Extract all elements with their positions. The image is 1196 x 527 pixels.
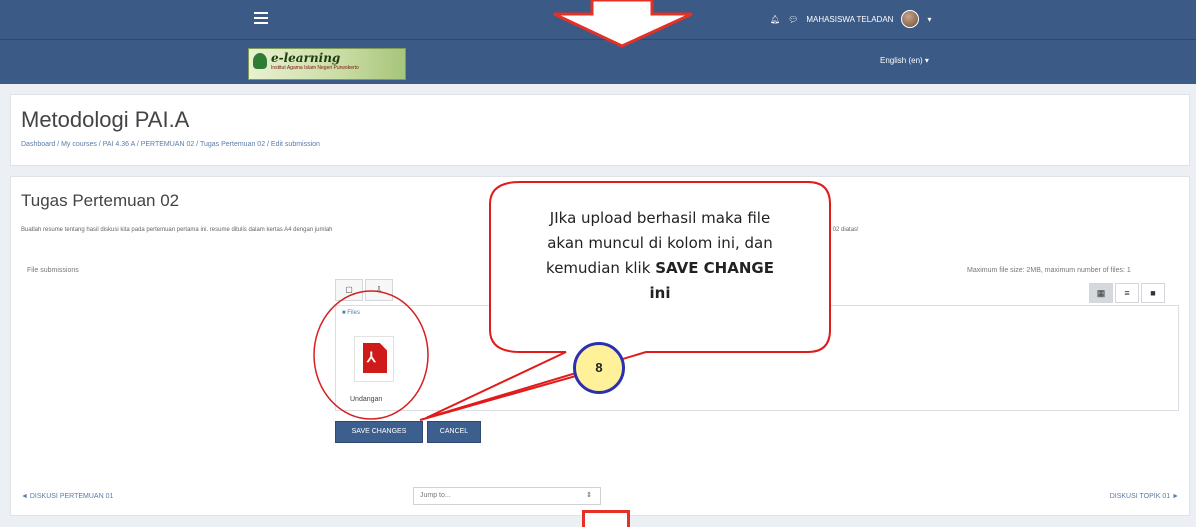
prev-activity-link[interactable]: ◄ DISKUSI PERTEMUAN 01 bbox=[21, 493, 113, 500]
chevron-down-icon[interactable]: ▾ bbox=[927, 15, 931, 24]
next-activity-link[interactable]: DISKUSI TOPIK 01 ► bbox=[1110, 493, 1179, 500]
hamburger-icon[interactable] bbox=[254, 12, 268, 24]
breadcrumb[interactable]: Dashboard / My courses / PAI 4.36 A / PE… bbox=[21, 141, 320, 148]
view-toggle: ▦ ≡ ■ bbox=[1089, 283, 1165, 303]
site-banner: e-learning Institut Agama Islam Negeri P… bbox=[0, 40, 1196, 84]
save-changes-button[interactable]: SAVE CHANGES bbox=[335, 421, 423, 443]
step-number-badge: 8 bbox=[573, 342, 625, 394]
chat-bubble-icon[interactable]: 💬︎ bbox=[788, 15, 798, 24]
callout-line-2: akan muncul di kolom ini, dan bbox=[547, 234, 773, 252]
filemanager-toolbar: ▢ ⇩ bbox=[335, 279, 425, 301]
assignment-title: Tugas Pertemuan 02 bbox=[21, 191, 180, 210]
select-caret-icon: ⇕ bbox=[586, 492, 592, 499]
jump-to-select[interactable]: Jump to... ⇕ bbox=[413, 487, 601, 505]
assignment-description-tail: uan 02 diatas! bbox=[821, 227, 859, 233]
cancel-button[interactable]: CANCEL bbox=[427, 421, 481, 443]
bottom-arrow-annotation bbox=[582, 510, 630, 527]
add-file-icon[interactable]: ▢ bbox=[335, 279, 363, 301]
logo-title: e-learning bbox=[271, 51, 341, 65]
site-logo[interactable]: e-learning Institut Agama Islam Negeri P… bbox=[248, 48, 406, 80]
user-menu[interactable]: 🔔︎ 💬︎ MAHASISWA TELADAN ▾ bbox=[770, 10, 931, 28]
callout-line-4: ini bbox=[649, 284, 671, 302]
file-submissions-label: File submissions bbox=[27, 267, 79, 274]
user-name[interactable]: MAHASISWA TELADAN bbox=[806, 15, 893, 24]
jump-to-value: Jump to... bbox=[420, 492, 451, 499]
callout-line-1: JIka upload berhasil maka file bbox=[549, 209, 771, 227]
language-selector[interactable]: English (en) ▾ bbox=[880, 56, 929, 65]
page-title: Metodologi PAI.A bbox=[21, 107, 190, 132]
avatar[interactable] bbox=[901, 10, 920, 28]
callout-line-3: kemudian klik SAVE CHANGE bbox=[546, 259, 774, 277]
files-path[interactable]: ■ Files bbox=[342, 310, 360, 316]
list-view-icon[interactable]: ≡ bbox=[1115, 283, 1139, 303]
logo-emblem-icon bbox=[253, 53, 267, 69]
page-header: Metodologi PAI.A Dashboard / My courses … bbox=[10, 94, 1190, 166]
grid-view-icon[interactable]: ▦ bbox=[1089, 283, 1113, 303]
folder-view-icon[interactable]: ■ bbox=[1141, 283, 1165, 303]
bell-icon[interactable]: 🔔︎ bbox=[770, 15, 780, 24]
max-file-info: Maximum file size: 2MB, maximum number o… bbox=[967, 267, 1131, 274]
top-navbar: 🔔︎ 💬︎ MAHASISWA TELADAN ▾ bbox=[0, 0, 1196, 40]
pdf-file-icon[interactable]: ⅄ bbox=[354, 336, 394, 382]
assignment-description: Buatlah resume tentang hasil diskusi kit… bbox=[21, 227, 333, 233]
logo-subtitle: Institut Agama Islam Negeri Purwokerto bbox=[271, 65, 359, 71]
callout-text: JIka upload berhasil maka file akan munc… bbox=[500, 206, 820, 306]
file-name[interactable]: Undangan bbox=[350, 396, 382, 403]
download-icon[interactable]: ⇩ bbox=[365, 279, 393, 301]
filemanager-area[interactable]: ■ Files ⅄ Undangan bbox=[335, 305, 1179, 411]
